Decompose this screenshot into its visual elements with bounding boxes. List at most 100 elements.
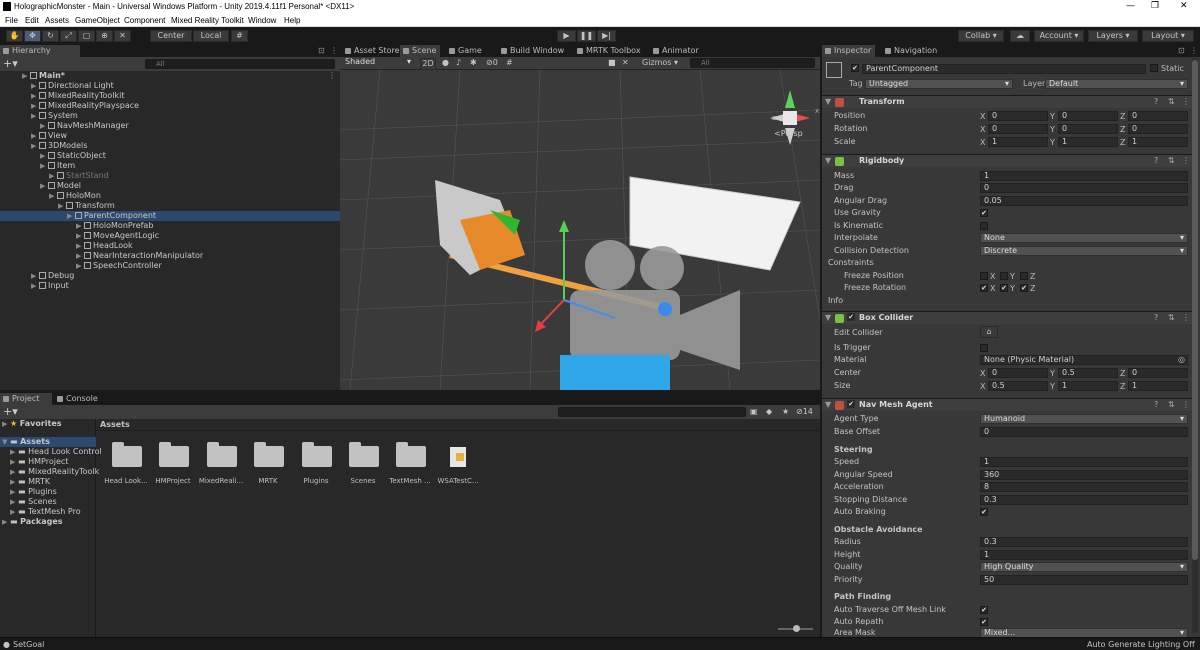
base-offset-field[interactable]: 0 <box>980 427 1188 437</box>
hierarchy-item[interactable]: ▶ StartStand <box>0 171 340 181</box>
zoom-slider-thumb[interactable] <box>793 625 800 632</box>
move-tool-icon[interactable]: ✥ <box>24 30 41 42</box>
tab-game[interactable]: Game <box>446 45 486 57</box>
pivot-local-button[interactable]: Local <box>193 30 229 42</box>
preset-icon[interactable]: ⇅ <box>1168 312 1175 324</box>
expand-arrow-icon[interactable]: ▶ <box>76 251 84 261</box>
freeze-z-checkbox[interactable] <box>1020 272 1028 280</box>
scene-viewport[interactable]: z x <box>340 70 820 390</box>
effects-icon[interactable]: ✱ <box>470 58 477 67</box>
expand-arrow-icon[interactable]: ▶ <box>31 81 39 91</box>
camera-icon[interactable]: ■ <box>608 58 616 67</box>
is-trigger-checkbox[interactable] <box>980 344 988 352</box>
rigidbody-header[interactable]: ▼ Rigidbody? ⇅ ⋮ <box>822 154 1192 167</box>
scale-tool-icon[interactable]: ⤢ <box>60 30 77 42</box>
hierarchy-item[interactable]: ▶ Transform <box>0 201 340 211</box>
transform-tool-icon[interactable]: ⊕ <box>96 30 113 42</box>
account-dropdown[interactable]: Account ▾ <box>1034 30 1084 42</box>
center-y-field[interactable]: 0.5 <box>1058 368 1118 378</box>
component-enabled-checkbox[interactable]: ✔ <box>847 400 855 408</box>
tools-icon[interactable]: ✕ <box>622 58 629 67</box>
tab-project[interactable]: Project <box>0 393 52 405</box>
folder-icon[interactable] <box>252 441 284 467</box>
expand-arrow-icon[interactable]: ▶ <box>67 211 75 221</box>
inspector-scrollbar[interactable] <box>1192 58 1198 633</box>
expand-arrow-icon[interactable]: ▶ <box>10 457 18 467</box>
expand-arrow-icon[interactable]: ▶ <box>10 507 18 517</box>
tab-console[interactable]: Console <box>54 393 102 405</box>
hidden-packages-icon[interactable]: ⊘14 <box>796 407 813 416</box>
hierarchy-item[interactable]: ▶ Directional Light <box>0 81 340 91</box>
menu-gameobject[interactable]: GameObject <box>75 16 120 25</box>
expand-arrow-icon[interactable]: ▶ <box>31 91 39 101</box>
expand-arrow-icon[interactable]: ▶ <box>31 141 39 151</box>
grid-snap-icon[interactable]: # <box>231 30 248 42</box>
tab-asset-store[interactable]: Asset Store <box>342 45 404 57</box>
auto-traverse-checkbox[interactable]: ✔ <box>980 606 988 614</box>
freeze-y-checkbox[interactable] <box>1000 272 1008 280</box>
visibility-icon[interactable]: ⊘0 <box>486 58 498 67</box>
expand-arrow-icon[interactable]: ▶ <box>76 221 84 231</box>
hierarchy-item[interactable]: ▶ HoloMon <box>0 191 340 201</box>
folder-icon[interactable] <box>394 441 426 467</box>
expand-arrow-icon[interactable]: ▶ <box>76 241 84 251</box>
expand-arrow-icon[interactable]: ▶ <box>40 121 48 131</box>
preset-icon[interactable]: ⇅ <box>1168 399 1175 411</box>
angular-drag-field[interactable]: 0.05 <box>980 196 1188 206</box>
project-folder-item[interactable]: ▶ ▬ HMProject <box>10 457 68 467</box>
project-folder-item[interactable]: ▶ ▬ Plugins <box>10 487 57 497</box>
preset-icon[interactable]: ⇅ <box>1168 96 1175 108</box>
quality-dropdown[interactable]: High Quality ▾ <box>980 562 1188 572</box>
assets-root-item[interactable]: ▼ ▬ Assets <box>0 437 96 447</box>
speed-field[interactable]: 1 <box>980 457 1188 467</box>
expand-arrow-icon[interactable]: ▶ <box>31 131 39 141</box>
cloud-icon[interactable]: ☁ <box>1010 30 1030 42</box>
filter-type-icon[interactable]: ▣ <box>750 407 758 416</box>
hierarchy-item[interactable]: ▶ Main* ⋮ <box>0 71 340 81</box>
assets-breadcrumb[interactable]: Assets <box>100 420 130 429</box>
edit-collider-button[interactable]: ⌂ <box>980 326 998 338</box>
menu-file[interactable]: File <box>5 16 18 25</box>
scale-y-field[interactable]: 1 <box>1058 137 1118 147</box>
rotation-x-field[interactable]: 0 <box>988 124 1048 134</box>
auto-braking-checkbox[interactable]: ✔ <box>980 508 988 516</box>
rotate-tool-icon[interactable]: ↻ <box>42 30 59 42</box>
custom-tool-icon[interactable]: ✕ <box>114 30 131 42</box>
hierarchy-item[interactable]: ▶ MixedRealityPlayspace <box>0 101 340 111</box>
component-menu-icon[interactable]: ⋮ <box>1182 155 1190 167</box>
tab-scene[interactable]: Scene <box>400 45 441 57</box>
foldout-arrow-icon[interactable]: ▼ <box>825 312 831 324</box>
layer-dropdown[interactable]: Default ▾ <box>1045 79 1188 89</box>
active-checkbox[interactable]: ✔ <box>851 64 859 72</box>
position-y-field[interactable]: 0 <box>1058 111 1118 121</box>
packages-item[interactable]: ▶ ▬ Packages <box>2 517 63 527</box>
hierarchy-item-menu-icon[interactable]: ⋮ <box>328 71 336 81</box>
hierarchy-item[interactable]: ▶ HeadLook <box>0 241 340 251</box>
menu-assets[interactable]: Assets <box>45 16 69 25</box>
hierarchy-item[interactable]: ▶ MixedRealityToolkit <box>0 91 340 101</box>
layout-dropdown[interactable]: Layout ▾ <box>1142 30 1194 42</box>
help-icon[interactable]: ? <box>1154 155 1158 167</box>
hierarchy-item[interactable]: ▶ ParentComponent <box>0 211 340 221</box>
use-gravity-checkbox[interactable]: ✔ <box>980 209 988 217</box>
help-icon[interactable]: ? <box>1154 399 1158 411</box>
lock-icon[interactable]: ⊡ <box>318 46 325 55</box>
play-icon[interactable]: ▶ <box>557 30 576 42</box>
hierarchy-item[interactable]: ▶ Item <box>0 161 340 171</box>
favorites-item[interactable]: ▶ ★ Favorites <box>2 419 62 429</box>
folder-icon[interactable] <box>205 441 237 467</box>
hierarchy-item[interactable]: ▶ NearInteractionManipulator <box>0 251 340 261</box>
hierarchy-item[interactable]: ▶ SpeechController <box>0 261 340 271</box>
project-folder-item[interactable]: ▶ ▬ MixedRealityToolk <box>10 467 99 477</box>
freeze-z-checkbox[interactable]: ✔ <box>1020 284 1028 292</box>
expand-arrow-icon[interactable]: ▶ <box>10 447 18 457</box>
rotation-z-field[interactable]: 0 <box>1128 124 1188 134</box>
drag-field[interactable]: 0 <box>980 183 1188 193</box>
rotation-y-field[interactable]: 0 <box>1058 124 1118 134</box>
expand-arrow-icon[interactable]: ▶ <box>31 281 39 291</box>
project-search-input[interactable] <box>558 407 746 417</box>
hierarchy-item[interactable]: ▶ Input <box>0 281 340 291</box>
expand-arrow-icon[interactable]: ▶ <box>31 111 39 121</box>
project-folder-item[interactable]: ▶ ▬ TextMesh Pro <box>10 507 81 517</box>
tab-mrtk-toolbox[interactable]: MRTK Toolbox <box>574 45 645 57</box>
